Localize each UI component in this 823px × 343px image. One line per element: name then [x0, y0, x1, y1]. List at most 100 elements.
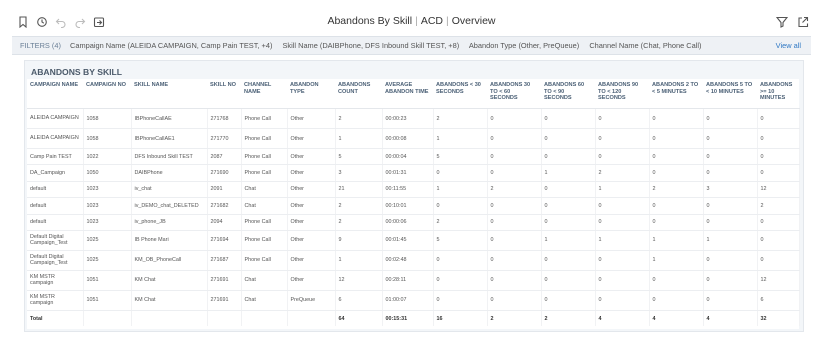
- table-cell: Camp Pain TEST: [27, 148, 84, 166]
- total-cell: [207, 310, 242, 327]
- total-cell: 2: [541, 310, 596, 327]
- table-cell: 0: [595, 108, 650, 129]
- col-header-abandons-5-10m[interactable]: ABANDONS 5 TO < 10 MINUTES: [703, 79, 757, 109]
- table-cell: 0: [649, 270, 704, 291]
- col-header-abandons-count[interactable]: ABANDONS COUNT: [335, 79, 382, 109]
- table-cell: 0: [703, 214, 758, 231]
- col-header-abandons-2-5m[interactable]: ABANDONS 2 TO < 5 MINUTES: [649, 79, 703, 109]
- filter-channel-name[interactable]: Channel Name (Chat, Phone Call): [589, 41, 701, 50]
- table-cell: default: [27, 181, 84, 199]
- table-cell: Other: [287, 230, 336, 251]
- table-cell: 0: [487, 290, 542, 311]
- title-main: Abandons By Skill: [327, 15, 413, 27]
- table-cell: 0: [703, 290, 758, 311]
- view-all-link[interactable]: View all: [776, 37, 801, 54]
- table-cell: 1: [433, 181, 488, 199]
- share-icon[interactable]: [796, 15, 809, 28]
- filter-skill-name[interactable]: Skill Name (DAIBPhone, DFS Inbound Skill…: [283, 41, 460, 50]
- table-cell: 0: [703, 148, 758, 166]
- table-cell: 271768: [207, 108, 242, 129]
- table-cell: 1: [335, 250, 383, 271]
- filter-icon[interactable]: [775, 15, 788, 28]
- table-cell: Other: [287, 214, 336, 231]
- table-cell: 2: [487, 181, 542, 199]
- table-cell: 0: [757, 164, 800, 182]
- table-cell: 271682: [207, 197, 242, 215]
- table-cell: 2087: [207, 148, 242, 166]
- table-cell: 0: [595, 270, 650, 291]
- table-total-row: Total 64 00:15:31 16 2 2 4 4 4 32: [27, 310, 800, 327]
- table-cell: 2: [433, 214, 488, 231]
- total-cell: 16: [433, 310, 488, 327]
- table-cell: default: [27, 214, 84, 231]
- table-cell: 2: [335, 197, 383, 215]
- table-cell: 0: [757, 230, 800, 251]
- table-cell: 271770: [207, 128, 242, 149]
- table-cell: 0: [757, 108, 800, 129]
- table-cell: 0: [541, 181, 596, 199]
- table-cell: 0: [433, 270, 488, 291]
- table-cell: 271687: [207, 250, 242, 271]
- table-cell: 271690: [207, 164, 242, 182]
- filters-label[interactable]: FILTERS (4): [20, 37, 61, 54]
- table-cell: 0: [487, 108, 542, 129]
- table-cell: Other: [287, 108, 336, 129]
- table-cell: IBPhoneCallAE: [131, 108, 208, 129]
- total-cell: 32: [757, 310, 800, 327]
- table-cell: Other: [287, 270, 336, 291]
- total-cell: [83, 310, 132, 327]
- filter-abandon-type[interactable]: Abandon Type (Other, PreQueue): [469, 41, 579, 50]
- table-row: Default Digital Campaign_Test 1025 KM_OB_P…: [27, 250, 800, 271]
- table-cell: 0: [595, 290, 650, 311]
- table-cell: 0: [703, 250, 758, 271]
- table-cell: Default Digital Campaign_Test: [27, 230, 84, 251]
- filter-campaign-name[interactable]: Campaign Name (ALEIDA CAMPAIGN, Camp Pai…: [70, 41, 272, 50]
- table-cell: 0: [541, 250, 596, 271]
- col-header-skill-no[interactable]: SKILL NO: [207, 79, 241, 109]
- table-cell: 0: [541, 197, 596, 215]
- table-cell: 12: [757, 270, 800, 291]
- col-header-campaign-no[interactable]: CAMPAIGN NO: [83, 79, 131, 109]
- col-header-abandons-gte-10m[interactable]: ABANDONS >= 10 MINUTES: [757, 79, 799, 109]
- col-header-skill-name[interactable]: SKILL NAME: [131, 79, 207, 109]
- table-row: default 1023 iv_DEMO_chat_DELETED 271682 Cha…: [27, 197, 800, 215]
- table-cell: 0: [487, 164, 542, 182]
- col-header-abandons-lt-30s[interactable]: ABANDONS < 30 SECONDS: [433, 79, 487, 109]
- col-header-abandon-type[interactable]: ABANDON TYPE: [287, 79, 335, 109]
- table-cell: 0: [649, 128, 704, 149]
- table-header-row: CAMPAIGN NAME CAMPAIGN NO SKILL NAME SKI…: [27, 79, 799, 109]
- col-header-channel-name[interactable]: CHANNEL NAME: [241, 79, 287, 109]
- table-cell: 1025: [83, 250, 132, 271]
- table-cell: 2: [757, 197, 800, 215]
- table-cell: 00:28:11: [382, 270, 434, 291]
- table-cell: 1051: [83, 290, 132, 311]
- table-cell: 1058: [83, 128, 132, 149]
- total-cell: [131, 310, 208, 327]
- col-header-average-abandon-time[interactable]: AVERAGE ABANDON TIME: [382, 79, 433, 109]
- table-cell: 1: [649, 230, 704, 251]
- filter-items: Campaign Name (ALEIDA CAMPAIGN, Camp Pai…: [70, 37, 709, 54]
- table-cell: DFS Inbound Skill TEST: [131, 148, 208, 166]
- col-header-abandons-90-120s[interactable]: ABANDONS 90 TO < 120 SECONDS: [595, 79, 649, 109]
- table-cell: 2: [595, 164, 650, 182]
- table-cell: 2: [649, 181, 704, 199]
- table-cell: 1022: [83, 148, 132, 166]
- table-cell: 0: [541, 108, 596, 129]
- col-header-campaign-name[interactable]: CAMPAIGN NAME: [27, 79, 83, 109]
- table-cell: Phone Call: [241, 148, 288, 166]
- table-cell: 0: [433, 250, 488, 271]
- table-cell: 1051: [83, 270, 132, 291]
- table-cell: 0: [487, 197, 542, 215]
- table-cell: 00:01:45: [382, 230, 434, 251]
- col-header-abandons-30-60s[interactable]: ABANDONS 30 TO < 60 SECONDS: [487, 79, 541, 109]
- table-cell: 6: [757, 290, 800, 311]
- col-header-abandons-60-90s[interactable]: ABANDONS 60 TO < 90 SECONDS: [541, 79, 595, 109]
- table-row: Camp Pain TEST 1022 DFS Inbound Skill TEST…: [27, 148, 800, 166]
- table-cell: iv_chat: [131, 181, 208, 199]
- table-cell: 1: [595, 181, 650, 199]
- table-cell: 0: [433, 197, 488, 215]
- table-cell: 5: [433, 230, 488, 251]
- table-cell: 0: [487, 214, 542, 231]
- table-cell: Other: [287, 148, 336, 166]
- table-cell: 2: [335, 214, 383, 231]
